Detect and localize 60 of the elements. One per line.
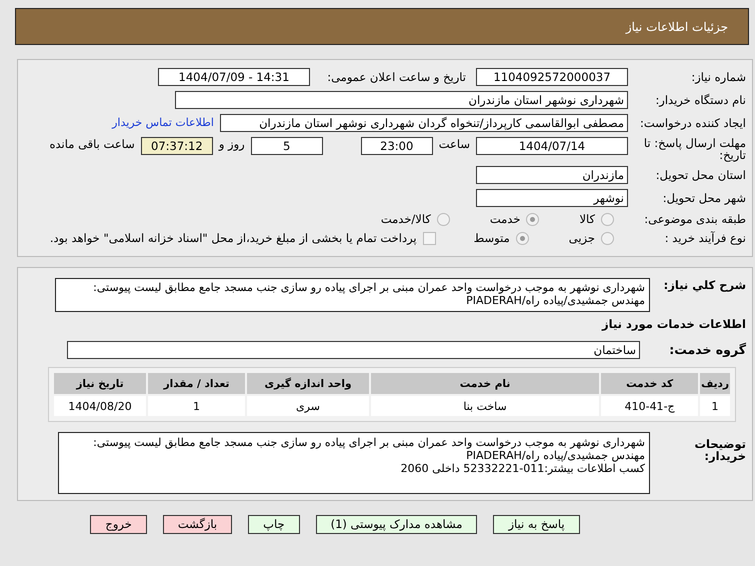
radio-label: خدمت	[490, 212, 520, 226]
column-header: واحد اندازه گیری	[247, 373, 369, 394]
buyer-contact-link[interactable]: اطلاعات تماس خریدار	[112, 116, 214, 130]
time-label: ساعت	[438, 137, 470, 151]
field-label: طبقه بندی موضوعی:	[643, 212, 746, 226]
table-cell: ج-41-410	[601, 396, 698, 416]
field-label: نوع فرآیند خرید :	[664, 231, 746, 245]
announce-date-field: 1404/07/09 - 14:31	[158, 68, 310, 86]
radio-button[interactable]	[601, 232, 614, 244]
checkbox[interactable]	[422, 232, 436, 244]
action-button[interactable]: چاپ	[248, 515, 300, 534]
field-label: توضیحات خریدار:	[694, 436, 746, 462]
radio-button[interactable]	[436, 212, 450, 226]
remaining-label: ساعت باقی مانده	[50, 137, 135, 151]
field-label: شماره نیاز:	[690, 70, 746, 84]
column-header: ردیف	[700, 373, 730, 394]
radio-label: متوسط	[474, 231, 510, 245]
action-button[interactable]: پاسخ به نیاز	[493, 515, 580, 534]
table-cell: 1404/08/20	[54, 396, 146, 416]
province-field: مازندران	[476, 166, 628, 184]
field-label: نام دستگاه خریدار:	[654, 93, 746, 107]
days-label: روز و	[218, 137, 245, 151]
field-label: شهر محل تحویل:	[662, 191, 746, 205]
buyer-notes-textarea[interactable]: شهرداری نوشهر به موجب درخواست واحد عمران مبنی بر اجرای پیاده رو سازی جنب مسجد جامع مطابق لیست پیوستی: مهندس جمشیدی/پیاده راه/PIADERAH کسب اطلاعات بیشتر:011-52332221 داخلی 2060	[58, 432, 650, 494]
radio-button[interactable]	[601, 212, 614, 226]
deadline-date-field: 1404/07/14	[476, 137, 628, 155]
radio-button[interactable]	[526, 212, 540, 226]
field-label: شرح کلي نياز:	[662, 278, 746, 292]
column-header: تعداد / مقدار	[148, 373, 245, 394]
action-button[interactable]: مشاهده مدارک پیوستی (1)	[316, 515, 478, 534]
table-cell: 1	[148, 396, 245, 416]
radio-label: جزیی	[568, 231, 595, 245]
field-label: تاریخ و ساعت اعلان عمومی:	[326, 70, 467, 84]
service-group-field: ساختمان	[67, 341, 640, 359]
field-label: ایجاد کننده درخواست:	[639, 116, 746, 130]
column-header: کد خدمت	[601, 373, 698, 394]
days-field: 5	[250, 137, 323, 155]
field-label: مهلت ارسال پاسخ: تا تاریخ:	[642, 137, 746, 161]
buyer-name-field: شهرداری نوشهر استان مازندران	[175, 91, 628, 109]
field-label: استان محل تحویل:	[654, 168, 746, 182]
action-button[interactable]: خروج	[90, 515, 147, 534]
field-label: گروه خدمت:	[668, 343, 746, 357]
radio-label: کالا/خدمت	[380, 212, 431, 226]
column-header: تاریخ نیاز	[54, 373, 146, 394]
need-number-field: 1104092572000037	[476, 68, 628, 86]
radio-label: کالا	[579, 212, 595, 226]
description-textarea[interactable]: شهرداری نوشهر به موجب درخواست واحد عمران مبنی بر اجرای پیاده رو سازی جنب مسجد جامع مطابق لیست پیوستی: مهندس جمشیدی/پیاده راه/PIADERAH	[55, 278, 650, 312]
creator-field: مصطفی ابوالقاسمی کارپرداز/تنخواه گردان شهرداری نوشهر استان مازندران	[220, 114, 628, 132]
remaining-time-field: 07:37:12	[140, 137, 213, 155]
checkbox-label: پرداخت تمام یا بخشی از مبلغ خرید،از محل "اسناد خزانه اسلامی" خواهد بود.	[50, 231, 417, 245]
radio-button[interactable]	[516, 232, 529, 244]
page-title: جزئیات اطلاعات نیاز	[626, 20, 728, 34]
deadline-time-field: 23:00	[360, 137, 433, 155]
table-cell: سری	[247, 396, 369, 416]
action-button[interactable]: بازگشت	[162, 515, 232, 534]
table-cell: 1	[700, 396, 730, 416]
table-cell: ساخت بنا	[371, 396, 600, 416]
section-title: اطلاعات خدمات مورد نياز	[600, 317, 746, 331]
column-header: نام خدمت	[371, 373, 600, 394]
city-field: نوشهر	[476, 189, 628, 207]
